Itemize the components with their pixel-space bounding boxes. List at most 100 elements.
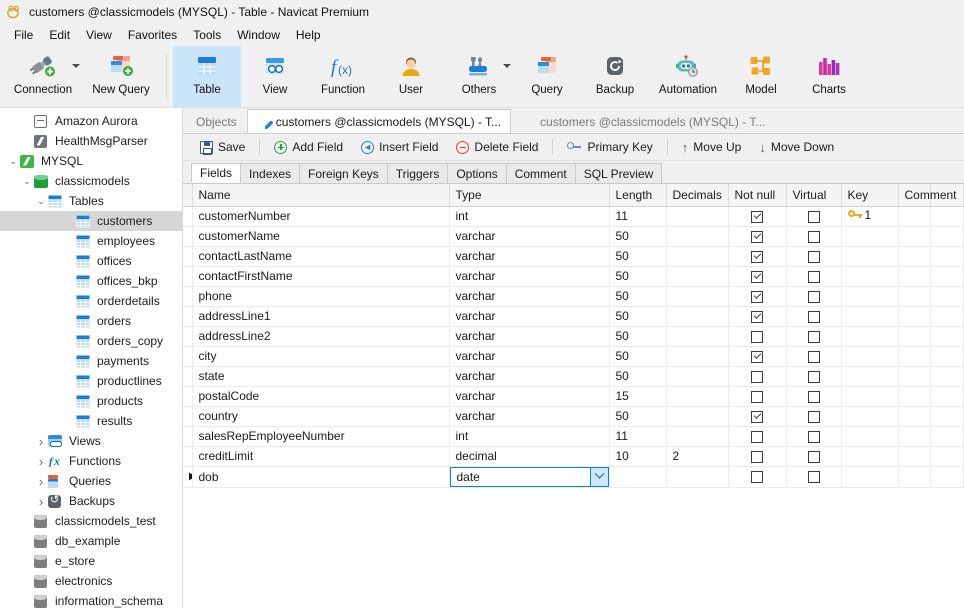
- cell-not-null[interactable]: [728, 246, 787, 267]
- cell-not-null[interactable]: [728, 206, 787, 227]
- cell-virtual[interactable]: [786, 286, 842, 307]
- cell-length[interactable]: 11: [609, 426, 667, 447]
- cell-length[interactable]: 50: [609, 306, 667, 327]
- move-down-button[interactable]: ↓ Move Down: [750, 137, 843, 158]
- cell-comment[interactable]: [898, 326, 932, 347]
- not-null-checkbox[interactable]: [751, 330, 763, 343]
- toolbar-button-model[interactable]: Model: [727, 46, 795, 107]
- tab-foreign-keys[interactable]: Foreign Keys: [299, 163, 388, 183]
- insert-field-button[interactable]: ◄ Insert Field: [352, 137, 447, 158]
- tree-item-payments[interactable]: payments: [0, 351, 182, 371]
- cell-comment[interactable]: [898, 346, 932, 367]
- cell-virtual[interactable]: [786, 326, 842, 347]
- cell-field-type[interactable]: int: [449, 206, 610, 227]
- toolbar-button-automation[interactable]: Automation: [649, 46, 727, 107]
- tree-item-information-schema[interactable]: information_schema: [0, 591, 182, 608]
- menu-item-help[interactable]: Help: [289, 26, 328, 44]
- cell-comment[interactable]: [898, 246, 932, 267]
- cell-field-type[interactable]: varchar: [449, 246, 610, 267]
- cell-field-type[interactable]: varchar: [449, 286, 610, 307]
- virtual-checkbox[interactable]: [807, 430, 820, 443]
- not-null-checkbox[interactable]: [751, 270, 763, 283]
- tree-item-e-store[interactable]: e_store: [0, 551, 182, 571]
- cell-field-type[interactable]: varchar: [449, 366, 610, 387]
- type-combobox[interactable]: date: [449, 466, 608, 486]
- menu-item-edit[interactable]: Edit: [42, 26, 77, 44]
- cell-not-null[interactable]: [728, 346, 787, 367]
- cell-decimals[interactable]: [666, 326, 729, 347]
- column-header-decimals[interactable]: Decimals: [666, 184, 729, 207]
- toolbar-button-query[interactable]: Query: [513, 46, 581, 107]
- tab-triggers[interactable]: Triggers: [386, 163, 449, 183]
- cell-length[interactable]: 50: [609, 246, 667, 267]
- cell-key[interactable]: [841, 266, 899, 287]
- cell-field-name[interactable]: phone: [192, 286, 450, 307]
- tab-indexes[interactable]: Indexes: [240, 163, 301, 183]
- toolbar-button-new-query[interactable]: New Query: [82, 46, 160, 107]
- cell-decimals[interactable]: [666, 266, 729, 287]
- cell-length[interactable]: 50: [609, 406, 667, 427]
- cell-virtual[interactable]: [786, 346, 842, 367]
- not-null-checkbox[interactable]: [751, 250, 763, 263]
- not-null-checkbox[interactable]: [751, 370, 763, 383]
- cell-virtual[interactable]: [786, 226, 842, 247]
- not-null-checkbox[interactable]: [751, 230, 763, 243]
- cell-length[interactable]: 50: [609, 326, 667, 347]
- cell-comment[interactable]: [898, 206, 932, 227]
- tree-item-classicmodels[interactable]: ⌄ classicmodels: [0, 171, 182, 191]
- not-null-checkbox[interactable]: [751, 390, 763, 403]
- cell-decimals[interactable]: [666, 306, 729, 327]
- cell-field-name[interactable]: state: [192, 366, 450, 387]
- cell-not-null[interactable]: [728, 326, 787, 347]
- row-marker[interactable]: [183, 206, 193, 227]
- cell-comment[interactable]: [898, 366, 932, 387]
- cell-not-null[interactable]: [728, 426, 787, 447]
- cell-key[interactable]: [841, 446, 899, 467]
- toolbar-button-view[interactable]: View: [241, 46, 309, 107]
- cell-decimals[interactable]: [666, 426, 729, 447]
- cell-not-null[interactable]: [728, 446, 787, 467]
- cell-field-type[interactable]: varchar: [449, 346, 610, 367]
- cell-field-type[interactable]: varchar: [449, 326, 610, 347]
- row-marker[interactable]: [183, 406, 193, 427]
- cell-field-name[interactable]: salesRepEmployeeNumber: [192, 426, 450, 447]
- cell-virtual[interactable]: [786, 446, 842, 467]
- table-row[interactable]: country varchar 50: [183, 406, 964, 427]
- tree-item-amazon-aurora[interactable]: Amazon Aurora: [0, 111, 182, 131]
- cell-decimals[interactable]: [666, 466, 729, 488]
- table-row[interactable]: addressLine2 varchar 50: [183, 326, 964, 347]
- toolbar-button-charts[interactable]: Charts: [795, 46, 863, 107]
- cell-virtual[interactable]: [786, 206, 842, 227]
- tree-item-employees[interactable]: employees: [0, 231, 182, 251]
- table-row[interactable]: state varchar 50: [183, 366, 964, 387]
- tree-item-tables[interactable]: ⌄ Tables: [0, 191, 182, 211]
- cell-decimals[interactable]: [666, 246, 729, 267]
- virtual-checkbox[interactable]: [807, 390, 820, 403]
- virtual-checkbox[interactable]: [807, 410, 820, 423]
- row-marker[interactable]: [183, 386, 193, 407]
- tree-item-electronics[interactable]: electronics: [0, 571, 182, 591]
- cell-virtual[interactable]: [786, 386, 842, 407]
- cell-key[interactable]: [841, 246, 899, 267]
- cell-field-name[interactable]: addressLine1: [192, 306, 450, 327]
- not-null-checkbox[interactable]: [751, 210, 763, 223]
- table-row[interactable]: addressLine1 varchar 50: [183, 306, 964, 327]
- cell-field-name[interactable]: customerNumber: [192, 206, 450, 227]
- toolbar-button-table[interactable]: Table: [173, 46, 241, 107]
- table-row[interactable]: customerName varchar 50: [183, 226, 964, 247]
- cell-key[interactable]: [841, 466, 899, 488]
- cell-length[interactable]: 15: [609, 386, 667, 407]
- column-header-key[interactable]: Key: [841, 184, 899, 207]
- cell-field-name[interactable]: contactFirstName: [192, 266, 450, 287]
- virtual-checkbox[interactable]: [807, 290, 820, 303]
- chevron-right-icon[interactable]: ›: [34, 474, 48, 489]
- toolbar-button-backup[interactable]: Backup: [581, 46, 649, 107]
- cell-key[interactable]: [841, 386, 899, 407]
- cell-field-name[interactable]: addressLine2: [192, 326, 450, 347]
- cell-comment[interactable]: [898, 226, 932, 247]
- tree-item-productlines[interactable]: productlines: [0, 371, 182, 391]
- tab-table-designer[interactable]: customers @classicmodels (MYSQL) - T...: [246, 109, 512, 133]
- column-header-name[interactable]: Name: [192, 184, 450, 207]
- toolbar-button-user[interactable]: User: [377, 46, 445, 107]
- not-null-checkbox[interactable]: [751, 290, 763, 303]
